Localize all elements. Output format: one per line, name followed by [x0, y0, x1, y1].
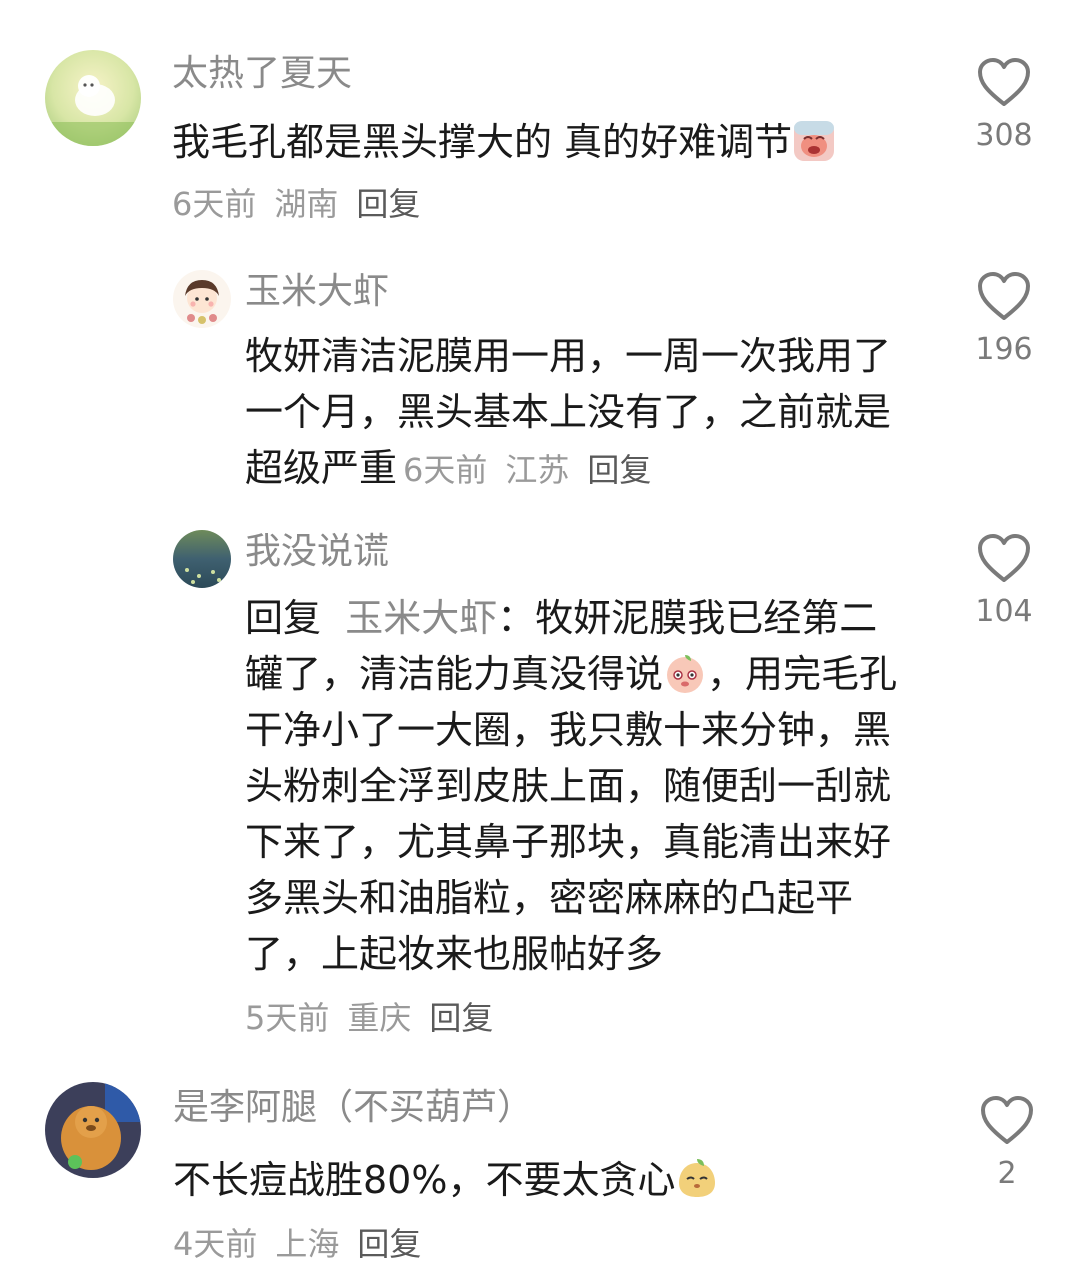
timestamp: 6天前 — [403, 451, 488, 489]
like-count: 2 — [997, 1156, 1017, 1191]
avatar-image — [173, 530, 231, 588]
reply-button[interactable]: 回复 — [357, 1225, 421, 1263]
comment-meta: 5天前 重庆 回复 — [245, 998, 511, 1038]
shy-face-emoji-icon — [663, 651, 707, 695]
heart-outline-icon — [978, 272, 1030, 320]
crying-face-emoji-icon — [792, 119, 836, 163]
location: 重庆 — [347, 999, 412, 1037]
comment-body: 我毛孔都是黑头撑大的 真的好难调节 — [172, 120, 793, 164]
avatar[interactable] — [173, 530, 231, 588]
like-count: 196 — [975, 332, 1033, 367]
reply-item: 玉米大虾 牧妍清洁泥膜用一用，一周一次我用了一个月，黑头基本上没有了，之前就是超… — [0, 250, 1080, 510]
username[interactable]: 太热了夏天 — [172, 52, 352, 96]
timestamp: 6天前 — [172, 185, 257, 223]
comment-text: 牧妍清洁泥膜用一用，一周一次我用了一个月，黑头基本上没有了，之前就是超级严重 6天… — [245, 328, 915, 498]
username[interactable]: 玉米大虾 — [245, 270, 389, 314]
avatar[interactable] — [45, 1082, 141, 1178]
heart-outline-icon — [978, 534, 1030, 582]
like-button[interactable]: 196 — [964, 270, 1044, 370]
avatar-image — [45, 1082, 141, 1178]
comment-text: 我毛孔都是黑头撑大的 真的好难调节 — [172, 114, 932, 170]
reply-button[interactable]: 回复 — [587, 451, 651, 489]
location: 江苏 — [505, 451, 570, 489]
comment-meta: 6天前 湖南 回复 — [172, 184, 438, 224]
reply-prefix: 回复 — [245, 596, 322, 640]
heart-outline-icon — [981, 1096, 1033, 1144]
like-button[interactable]: 308 — [964, 56, 1044, 156]
timestamp: 5天前 — [245, 999, 330, 1037]
comment-item: 太热了夏天 我毛孔都是黑头撑大的 真的好难调节 6天前 湖南 回复 308 — [0, 0, 1080, 240]
reply-target-username[interactable]: 玉米大虾 — [345, 596, 497, 640]
timestamp: 4天前 — [173, 1225, 258, 1263]
heart-outline-icon — [978, 58, 1030, 106]
location: 上海 — [275, 1225, 340, 1263]
avatar-image — [45, 50, 141, 146]
username[interactable]: 是李阿腿（不买葫芦） — [173, 1086, 533, 1130]
like-count: 104 — [975, 594, 1033, 629]
comment-text: 回复 玉米大虾：牧妍泥膜我已经第二罐了，清洁能力真没得说 ，用完毛孔干净小了一大… — [245, 590, 910, 982]
comment-body: 不长痘战胜80%，不要太贪心 — [173, 1158, 676, 1202]
location: 湖南 — [274, 185, 339, 223]
reply-button[interactable]: 回复 — [356, 185, 420, 223]
comment-item: 是李阿腿（不买葫芦） 不长痘战胜80%，不要太贪心 4天前 上海 回复 2 — [0, 1060, 1080, 1287]
reply-item: 我没说谎 回复 玉米大虾：牧妍泥膜我已经第二罐了，清洁能力真没得说 ，用完毛孔干… — [0, 510, 1080, 1060]
comment-meta: 4天前 上海 回复 — [173, 1224, 439, 1264]
avatar[interactable] — [173, 270, 231, 328]
like-count: 308 — [975, 118, 1033, 153]
smug-face-emoji-icon — [675, 1157, 719, 1201]
comment-body-part2: ，用完毛孔干净小了一大圈，我只敷十来分钟，黑头粉刺全浮到皮肤上面，随便刮一刮就下… — [245, 652, 898, 976]
avatar[interactable] — [45, 50, 141, 146]
avatar-image — [173, 270, 231, 328]
reply-button[interactable]: 回复 — [429, 999, 493, 1037]
username[interactable]: 我没说谎 — [245, 530, 389, 574]
like-button[interactable]: 2 — [967, 1094, 1047, 1194]
like-button[interactable]: 104 — [964, 532, 1044, 632]
comment-meta: 6天前 江苏 回复 — [397, 451, 663, 489]
comment-text: 不长痘战胜80%，不要太贪心 — [173, 1152, 933, 1208]
